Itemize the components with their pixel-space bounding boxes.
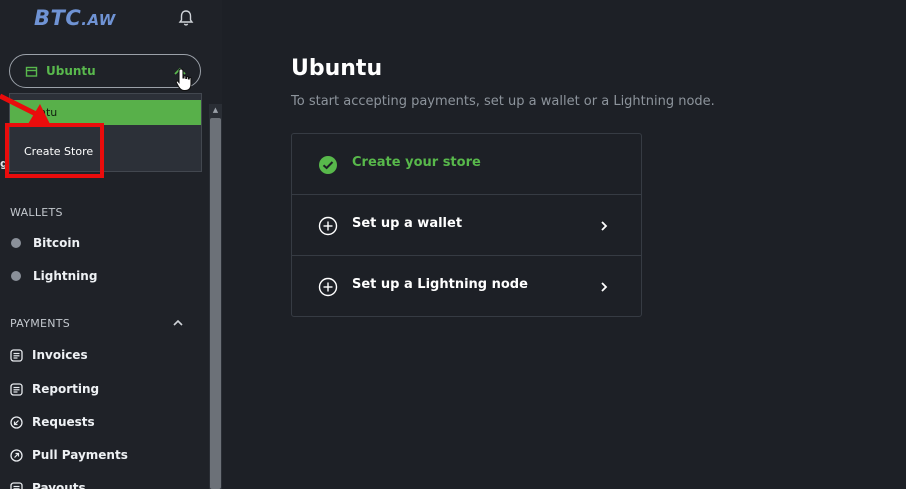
page-title: Ubuntu [291,56,383,81]
bell-icon[interactable] [178,9,194,27]
sidebar-item-label: Bitcoin [33,236,81,250]
store-selector-label: Ubuntu [46,64,96,78]
step-label: Create your store [352,155,481,170]
sidebar-item-label: Reporting [32,382,100,396]
payments-section-title: PAYMENTS [10,317,71,330]
sidebar-item-lightning[interactable]: Lightning [10,267,97,285]
plus-circle-icon [318,277,338,297]
document-icon [10,348,23,362]
plus-circle-icon [318,216,338,236]
bitcoin-status-dot [11,238,21,248]
sidebar-item-pull-payments[interactable]: Pull Payments [10,446,128,464]
store-selector[interactable]: Ubuntu [9,54,201,88]
sidebar-item-label: Requests [32,415,95,429]
sidebar-item-reporting[interactable]: Reporting [10,380,99,398]
app-window: BTC.AW Ubuntu untu Create Store g WALLET… [0,0,914,489]
sidebar-item-payouts[interactable]: Payouts [10,479,86,489]
lightning-status-dot [11,271,21,281]
sidebar-scrollbar-thumb[interactable] [210,118,221,489]
pull-payments-icon [10,448,23,462]
chevron-right-icon [601,282,608,292]
logo-main: BTC [34,6,82,30]
sidebar-item-invoices[interactable]: Invoices [10,346,88,364]
sidebar-item-requests[interactable]: Requests [10,413,95,431]
sidebar-item-label: Lightning [33,269,98,283]
step-create-store: Create your store [292,134,641,195]
annotation-arrow-icon [0,93,50,124]
logo[interactable]: BTC.AW [34,6,116,30]
logo-sub: .AW [81,11,116,29]
setup-steps-card: Create your store Set up a wallet Set up… [291,133,642,317]
page-subtitle: To start accepting payments, set up a wa… [291,94,715,109]
sidebar-item-label: Pull Payments [32,448,128,462]
sidebar-item-label: Invoices [32,348,88,362]
store-icon [25,66,38,77]
step-label: Set up a Lightning node [352,277,528,292]
sidebar-item-bitcoin[interactable]: Bitcoin [10,234,80,252]
step-set-up-wallet[interactable]: Set up a wallet [292,194,641,255]
sidebar-item-label: Payouts [32,481,86,489]
step-set-up-lightning-node[interactable]: Set up a Lightning node [292,255,641,316]
scroll-up-arrow-icon[interactable]: ▲ [211,106,220,115]
chevron-up-icon[interactable] [172,318,184,327]
request-icon [10,415,23,429]
check-circle-icon [319,156,337,174]
step-label: Set up a wallet [352,216,463,231]
wallets-section-title: WALLETS [10,206,63,219]
window-edge [906,0,914,489]
document-icon [10,382,23,396]
chevron-right-icon [601,221,608,231]
hand-cursor-icon [175,68,192,92]
document-icon [10,481,23,489]
